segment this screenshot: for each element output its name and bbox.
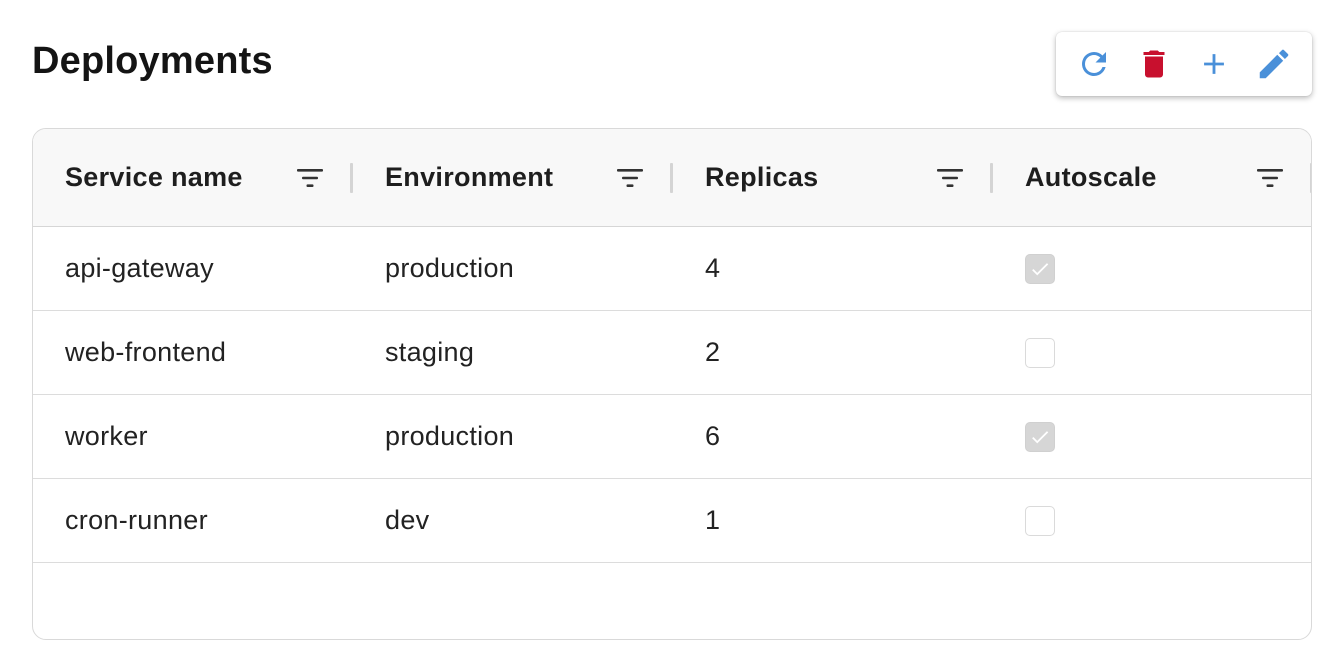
filter-icon (1257, 169, 1283, 187)
cell-environment: production (385, 253, 515, 283)
column-label: Environment (385, 162, 554, 192)
cell-replicas: 1 (705, 505, 721, 535)
cell-service-name: worker (65, 421, 148, 451)
cell-autoscale (993, 479, 1311, 562)
cell-replicas: 2 (705, 337, 721, 367)
filter-icon (617, 169, 643, 187)
filter-button[interactable] (1255, 164, 1285, 192)
page-title: Deployments (32, 40, 273, 82)
toolbar (1056, 32, 1312, 96)
checkmark-icon (1032, 430, 1049, 443)
autoscale-checkbox[interactable] (1025, 337, 1055, 368)
column-header-environment[interactable]: Environment (353, 129, 673, 226)
cell-environment: staging (385, 337, 475, 367)
table-header: Service name Environment Replicas Autosc… (33, 129, 1311, 227)
cell-environment: dev (385, 505, 430, 535)
column-label: Autoscale (1025, 162, 1157, 192)
filter-icon (297, 169, 323, 187)
checkmark-icon (1032, 262, 1049, 275)
cell-autoscale (993, 395, 1311, 478)
deployments-table: Service name Environment Replicas Autosc… (32, 128, 1312, 640)
delete-button[interactable] (1130, 40, 1178, 88)
cell-replicas: 4 (705, 253, 721, 283)
cell-service-name: web-frontend (65, 337, 227, 367)
cell-environment: production (385, 421, 515, 451)
table-row[interactable]: cron-runner dev 1 (33, 479, 1311, 563)
cell-replicas: 6 (705, 421, 721, 451)
cell-autoscale (993, 311, 1311, 394)
table-row[interactable]: api-gateway production 4 (33, 227, 1311, 311)
refresh-button[interactable] (1070, 40, 1118, 88)
add-button[interactable] (1190, 40, 1238, 88)
cell-service-name: cron-runner (65, 505, 208, 535)
autoscale-checkbox[interactable] (1025, 253, 1055, 284)
autoscale-checkbox[interactable] (1025, 421, 1055, 452)
edit-button[interactable] (1250, 40, 1298, 88)
column-header-replicas[interactable]: Replicas (673, 129, 993, 226)
filter-icon (937, 169, 963, 187)
filter-button[interactable] (615, 164, 645, 192)
column-header-service-name[interactable]: Service name (33, 129, 353, 226)
column-separator[interactable] (1310, 163, 1311, 193)
column-label: Replicas (705, 162, 819, 192)
deployments-page: Deployments Service name Environment Rep… (0, 0, 1344, 672)
column-header-autoscale[interactable]: Autoscale (993, 129, 1311, 226)
plus-icon (1204, 54, 1224, 74)
filter-button[interactable] (295, 164, 325, 192)
table-row[interactable]: web-frontend staging 2 (33, 311, 1311, 395)
refresh-icon (1081, 51, 1106, 76)
column-label: Service name (65, 162, 243, 192)
filter-button[interactable] (935, 164, 965, 192)
table-row[interactable]: worker production 6 (33, 395, 1311, 479)
trash-icon (1143, 50, 1165, 78)
pencil-icon (1259, 49, 1289, 79)
autoscale-checkbox[interactable] (1025, 505, 1055, 536)
cell-autoscale (993, 227, 1311, 310)
cell-service-name: api-gateway (65, 253, 214, 283)
